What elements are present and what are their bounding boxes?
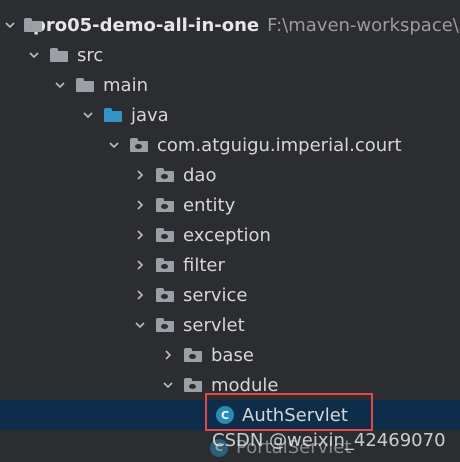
tree-row-java[interactable]: java [0, 100, 460, 130]
project-name: pro05-demo-all-in-one [33, 14, 260, 36]
package-label: entity [183, 194, 236, 216]
package-label: com.atguigu.imperial.court [157, 134, 402, 156]
tree-row-project[interactable]: pro05-demo-all-in-one F:\maven-workspace… [0, 10, 460, 40]
folder-label: java [131, 104, 169, 126]
tree-row-module[interactable]: module [0, 370, 460, 400]
folder-label: main [103, 74, 148, 96]
package-icon [184, 378, 202, 392]
class-label: AuthServlet [242, 404, 348, 426]
package-label: service [183, 284, 248, 306]
package-label: exception [183, 224, 271, 246]
tree-row-entity[interactable]: entity [0, 190, 460, 220]
chevron-down-icon[interactable] [26, 47, 42, 63]
chevron-right-icon[interactable] [132, 167, 148, 183]
package-icon [130, 138, 148, 152]
package-label: module [211, 374, 279, 396]
folder-icon [50, 48, 68, 62]
package-label: filter [183, 254, 225, 276]
chevron-down-icon[interactable] [4, 17, 16, 33]
folder-icon [76, 78, 94, 92]
tree-row-filter[interactable]: filter [0, 250, 460, 280]
chevron-down-icon[interactable] [106, 137, 122, 153]
tree-row-dao[interactable]: dao [0, 160, 460, 190]
chevron-right-icon[interactable] [132, 227, 148, 243]
package-icon [156, 198, 174, 212]
package-icon [156, 318, 174, 332]
chevron-right-icon[interactable] [132, 197, 148, 213]
folder-label: src [77, 44, 104, 66]
chevron-right-icon[interactable] [132, 257, 148, 273]
chevron-down-icon[interactable] [132, 317, 148, 333]
class-icon: C [216, 406, 234, 424]
package-icon [156, 288, 174, 302]
tree-row-src[interactable]: src [0, 40, 460, 70]
project-path: F:\maven-workspace\s [267, 14, 460, 36]
chevron-down-icon[interactable] [160, 377, 176, 393]
tree-row-package[interactable]: com.atguigu.imperial.court [0, 130, 460, 160]
chevron-down-icon[interactable] [80, 107, 96, 123]
chevron-right-icon[interactable] [132, 287, 148, 303]
watermark: CSDN @weixin_42469070 [212, 430, 446, 451]
package-icon [156, 228, 174, 242]
chevron-right-icon[interactable] [160, 347, 176, 363]
chevron-down-icon[interactable] [52, 77, 68, 93]
tree-row-service[interactable]: service [0, 280, 460, 310]
package-label: servlet [183, 314, 245, 336]
tree-row-servlet[interactable]: servlet [0, 310, 460, 340]
package-label: base [211, 344, 254, 366]
package-label: dao [183, 164, 217, 186]
package-icon [156, 168, 174, 182]
tree-row-authservlet[interactable]: C AuthServlet [0, 400, 460, 430]
tree-row-exception[interactable]: exception [0, 220, 460, 250]
package-icon [156, 258, 174, 272]
tree-row-main[interactable]: main [0, 70, 460, 100]
tree-row-base[interactable]: base [0, 340, 460, 370]
package-icon [184, 348, 202, 362]
source-folder-icon [104, 108, 122, 122]
